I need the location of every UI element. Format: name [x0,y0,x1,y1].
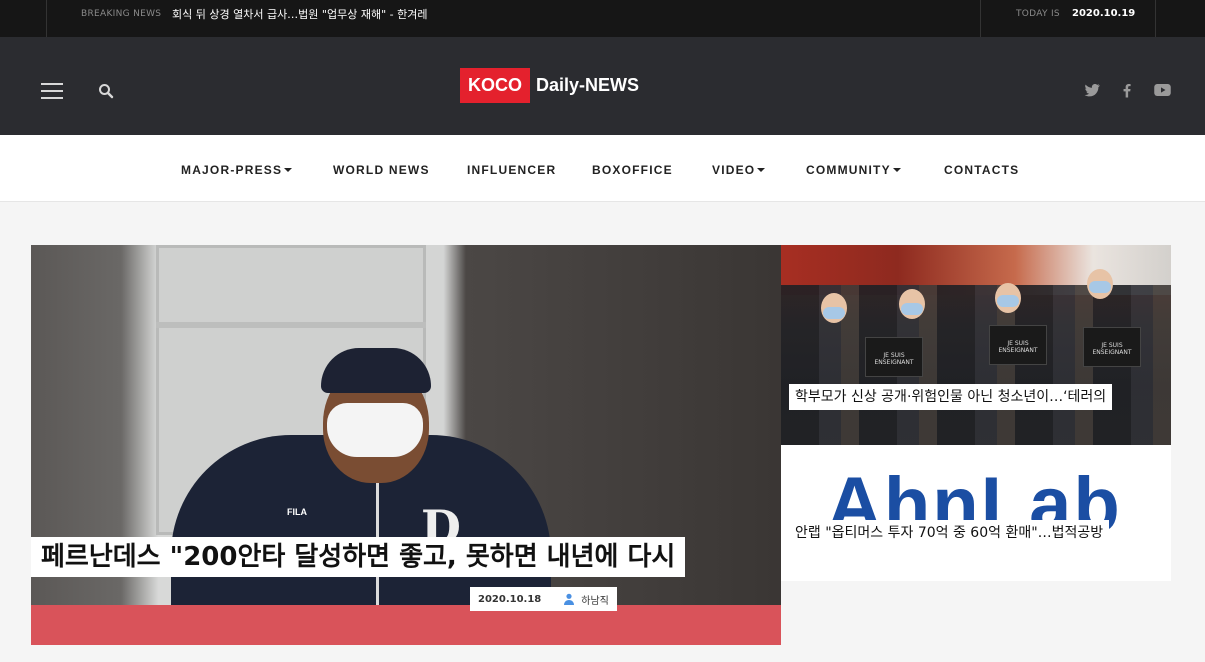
search-icon[interactable] [98,83,114,99]
nav-item-label: WORLD NEWS [333,163,430,177]
nav-item-influencer[interactable]: INFLUENCER [467,163,556,177]
nav-item-label: INFLUENCER [467,163,557,177]
image-cap [321,348,431,393]
side-article-title[interactable]: 안랩 "옵티머스 투자 70억 중 60억 환매"…법적공방 [789,520,1110,546]
image-mask [1089,281,1111,293]
logo-text: Daily-NEWS [536,75,640,95]
image-mask [823,307,845,319]
breaking-news-label: BREAKING NEWS [81,9,162,19]
facebook-icon[interactable] [1118,81,1136,99]
image-wall-seam [156,322,426,328]
image-protest-sign: JE SUIS ENSEIGNANT [1083,327,1141,367]
nav-item-contacts[interactable]: CONTACTS [944,163,1019,177]
main-nav: MAJOR-PRESS WORLD NEWS INFLUENCER BOXOFF… [0,135,1205,202]
image-mask [997,295,1019,307]
site-logo[interactable]: KOCO Daily-NEWS [460,68,639,103]
featured-article[interactable]: D FILA 페르난데스 "200안타 달성하면 좋고, 못하면 내년에 다시 … [31,245,781,645]
image-protest-sign: JE SUIS ENSEIGNANT [989,325,1047,365]
logo-box: KOCO [460,68,530,103]
twitter-icon[interactable] [1083,81,1101,99]
user-icon [564,593,575,605]
image-red-table [31,605,781,645]
post-date: 2020.10.18 [478,593,542,605]
divider [46,0,47,37]
image-mask [901,303,923,315]
image-jacket-brand: FILA [287,507,307,517]
featured-title[interactable]: 페르난데스 "200안타 달성하면 좋고, 못하면 내년에 다시 [31,537,686,577]
nav-item-community[interactable]: COMMUNITY [806,163,901,177]
today-date: 2020.10.19 [1072,8,1136,19]
nav-item-world-news[interactable]: WORLD NEWS [333,163,430,177]
youtube-icon[interactable] [1153,81,1172,99]
nav-item-label: CONTACTS [944,163,1020,177]
image-protest-sign: JE SUIS ENSEIGNANT [865,337,923,377]
divider [1155,0,1156,37]
side-article-card[interactable]: AhnLab 안랩 "옵티머스 투자 70억 중 60억 환매"…법적공방 [781,445,1171,581]
chevron-down-icon [757,168,766,172]
nav-item-label: VIDEO [712,163,756,177]
post-author[interactable]: 하남직 [581,592,609,607]
nav-item-label: BOXOFFICE [592,163,673,177]
chevron-down-icon [284,168,293,172]
nav-item-label: MAJOR-PRESS [181,163,283,177]
nav-item-label: COMMUNITY [806,163,891,177]
chevron-down-icon [892,168,901,172]
nav-item-boxoffice[interactable]: BOXOFFICE [592,163,673,177]
today-label: TODAY IS [1016,9,1060,19]
divider [980,0,981,37]
nav-item-video[interactable]: VIDEO [712,163,766,177]
side-article-title[interactable]: 학부모가 신상 공개·위험인물 아닌 청소년이…‘테러의 [789,384,1113,410]
featured-meta: 2020.10.18 하남직 [470,587,617,611]
top-bar: BREAKING NEWS 회식 뒤 상경 열차서 급사…법원 "업무상 재해"… [0,0,1205,37]
menu-icon[interactable] [41,83,63,99]
image-mask [327,403,423,457]
side-article-card[interactable]: JE SUIS ENSEIGNANT JE SUIS ENSEIGNANT JE… [781,245,1171,445]
site-header: KOCO Daily-NEWS [0,37,1205,135]
breaking-news-ticker[interactable]: 회식 뒤 상경 열차서 급사…법원 "업무상 재해" - 한겨레 [172,6,427,22]
nav-item-major-press[interactable]: MAJOR-PRESS [181,163,293,177]
